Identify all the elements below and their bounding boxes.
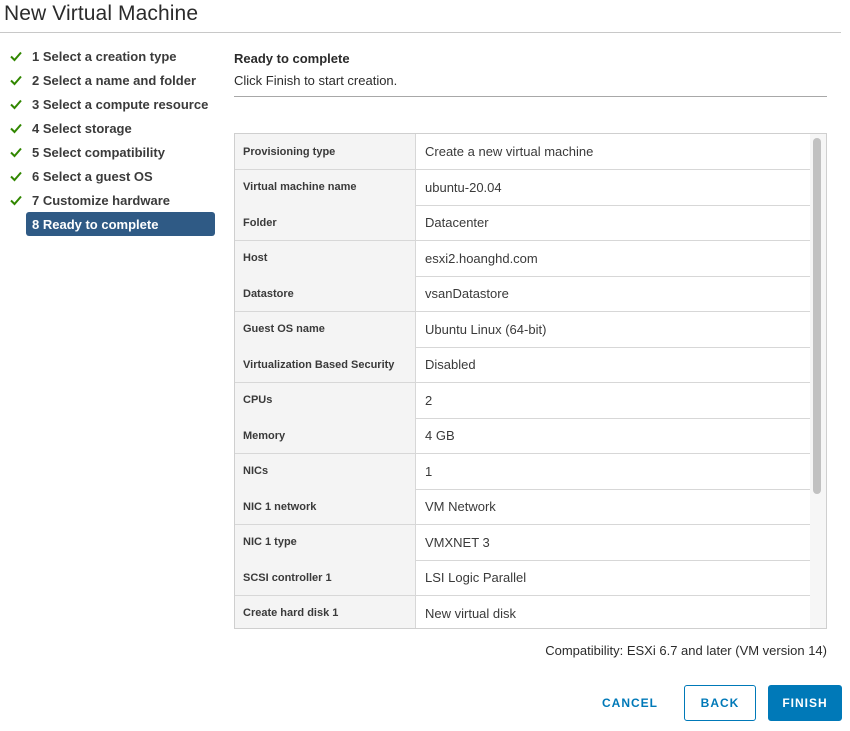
check-icon bbox=[10, 99, 22, 110]
cancel-button[interactable]: CANCEL bbox=[590, 685, 670, 721]
table-row: NIC 1 network VM Network bbox=[235, 489, 812, 525]
row-label: SCSI controller 1 bbox=[235, 560, 416, 595]
check-icon bbox=[10, 171, 22, 182]
row-value: Disabled bbox=[425, 357, 476, 372]
row-label: Datastore bbox=[235, 276, 416, 311]
table-row: Memory 4 GB bbox=[235, 418, 812, 454]
check-icon bbox=[10, 195, 22, 206]
row-value: Ubuntu Linux (64-bit) bbox=[425, 321, 547, 337]
title-divider bbox=[0, 32, 841, 33]
table-row: Host esxi2.hoanghd.com bbox=[235, 240, 812, 277]
check-icon bbox=[10, 123, 22, 134]
table-row: Datastore vsanDatastore bbox=[235, 276, 812, 312]
finish-button[interactable]: FINISH bbox=[768, 685, 842, 721]
row-label: Provisioning type bbox=[235, 134, 416, 169]
step-select-creation-type[interactable]: 1 Select a creation type bbox=[10, 44, 215, 68]
back-button[interactable]: BACK bbox=[684, 685, 756, 721]
row-label: Virtualization Based Security bbox=[235, 347, 416, 382]
step-label: 8 Ready to complete bbox=[32, 216, 159, 232]
row-value: VMXNET 3 bbox=[425, 534, 490, 550]
row-label: CPUs bbox=[235, 382, 416, 418]
step-select-compute-resource[interactable]: 3 Select a compute resource bbox=[10, 92, 215, 116]
row-value: ubuntu-20.04 bbox=[425, 179, 502, 195]
row-value: LSI Logic Parallel bbox=[425, 570, 527, 585]
row-value: Datacenter bbox=[425, 215, 489, 230]
pane-title: Ready to complete bbox=[234, 51, 350, 66]
row-value: 2 bbox=[425, 392, 433, 408]
row-value: 1 bbox=[425, 463, 433, 479]
step-select-compatibility[interactable]: 5 Select compatibility bbox=[10, 140, 215, 164]
table-row: NIC 1 type VMXNET 3 bbox=[235, 524, 812, 561]
row-label: Host bbox=[235, 240, 416, 276]
summary-table: Provisioning type Create a new virtual m… bbox=[234, 133, 827, 629]
row-value: vsanDatastore bbox=[425, 286, 509, 301]
scrollbar-thumb[interactable] bbox=[813, 138, 821, 494]
check-icon bbox=[10, 75, 22, 86]
row-value: New virtual disk bbox=[425, 605, 517, 621]
row-label: Virtual machine name bbox=[235, 169, 416, 205]
step-label: 7 Customize hardware bbox=[32, 192, 170, 208]
row-label: Create hard disk 1 bbox=[235, 595, 416, 628]
row-value: Create a new virtual machine bbox=[425, 144, 594, 159]
table-row: SCSI controller 1 LSI Logic Parallel bbox=[235, 560, 812, 596]
row-label: Folder bbox=[235, 205, 416, 240]
pane-divider bbox=[234, 96, 827, 97]
step-select-name-folder[interactable]: 2 Select a name and folder bbox=[10, 68, 215, 92]
step-label: 1 Select a creation type bbox=[32, 48, 177, 64]
table-row: NICs 1 bbox=[235, 453, 812, 490]
row-label: Guest OS name bbox=[235, 311, 416, 347]
row-label: NIC 1 type bbox=[235, 524, 416, 560]
table-row: Guest OS name Ubuntu Linux (64-bit) bbox=[235, 311, 812, 348]
table-row: Virtual machine name ubuntu-20.04 bbox=[235, 169, 812, 206]
table-row: CPUs 2 bbox=[235, 382, 812, 419]
row-value: 4 GB bbox=[425, 428, 455, 443]
row-label: Memory bbox=[235, 418, 416, 453]
table-row: Folder Datacenter bbox=[235, 205, 812, 241]
step-ready-to-complete[interactable]: 8 Ready to complete bbox=[26, 212, 215, 236]
row-value: VM Network bbox=[425, 499, 496, 514]
step-select-guest-os[interactable]: 6 Select a guest OS bbox=[10, 164, 215, 188]
row-label: NICs bbox=[235, 453, 416, 489]
compatibility-label: Compatibility: ESXi 6.7 and later (VM ve… bbox=[545, 643, 827, 658]
table-row: Provisioning type Create a new virtual m… bbox=[235, 134, 812, 170]
table-row: Create hard disk 1 New virtual disk bbox=[235, 595, 812, 628]
step-label: 2 Select a name and folder bbox=[32, 72, 197, 88]
window-title: New Virtual Machine bbox=[4, 2, 199, 25]
table-row: Virtualization Based Security Disabled bbox=[235, 347, 812, 383]
check-icon bbox=[10, 147, 22, 158]
row-label: NIC 1 network bbox=[235, 489, 416, 524]
step-label: 3 Select a compute resource bbox=[32, 96, 209, 112]
table-scrollbar[interactable] bbox=[810, 134, 826, 628]
step-select-storage[interactable]: 4 Select storage bbox=[10, 116, 215, 140]
step-label: 6 Select a guest OS bbox=[32, 168, 153, 184]
step-label: 4 Select storage bbox=[32, 120, 132, 136]
pane-subtitle: Click Finish to start creation. bbox=[234, 73, 398, 88]
check-icon bbox=[10, 51, 22, 62]
step-label: 5 Select compatibility bbox=[32, 144, 165, 160]
step-customize-hardware[interactable]: 7 Customize hardware bbox=[10, 188, 215, 212]
row-value: esxi2.hoanghd.com bbox=[425, 250, 538, 266]
